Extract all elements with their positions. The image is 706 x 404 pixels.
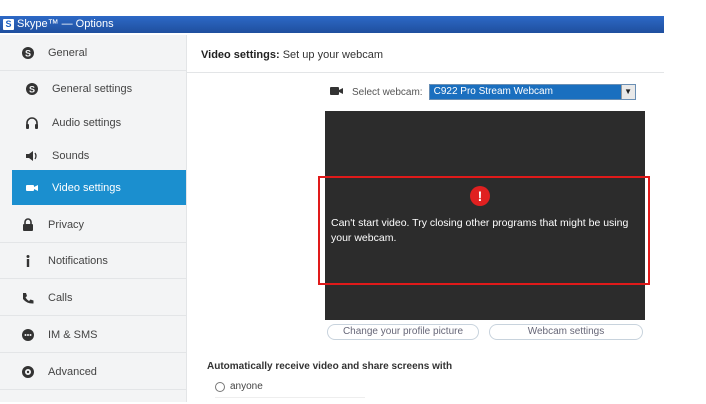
sidebar-item-general[interactable]: S General — [0, 35, 186, 71]
sidebar-item-sounds[interactable]: Sounds — [0, 138, 186, 173]
webcam-label: Select webcam: — [352, 86, 423, 98]
title-bar: S Skype™ — Options — [0, 16, 664, 33]
options-sidebar: S General S General settings Audio setti… — [0, 35, 187, 402]
radio-anyone[interactable]: anyone — [215, 381, 263, 392]
headset-icon — [24, 115, 40, 131]
sidebar-item-label: Notifications — [48, 254, 108, 267]
sidebar-item-audio-settings[interactable]: Audio settings — [0, 105, 186, 140]
speaker-icon — [24, 148, 40, 164]
sidebar-item-label: IM & SMS — [48, 328, 98, 341]
sidebar-item-label: Advanced — [48, 365, 97, 378]
svg-text:S: S — [25, 48, 31, 58]
video-camera-icon — [330, 86, 344, 99]
sidebar-item-label: Sounds — [52, 149, 90, 162]
sidebar-item-label: General — [48, 46, 88, 59]
skype-icon: S — [24, 81, 40, 97]
page-title: Video settings: Set up your webcam — [187, 35, 664, 73]
window-title: Skype™ — Options — [17, 18, 114, 30]
page-subtitle: Set up your webcam — [282, 49, 383, 61]
radio-anyone-label: anyone — [230, 381, 263, 392]
sidebar-item-privacy[interactable]: Privacy — [0, 207, 186, 243]
settings-panel: Video settings: Set up your webcam Selec… — [187, 35, 664, 402]
phone-icon — [20, 290, 36, 306]
sidebar-item-label: Video settings — [52, 181, 121, 194]
webcam-settings-button[interactable]: Webcam settings — [489, 324, 643, 340]
sidebar-item-label: Privacy — [48, 218, 85, 231]
sidebar-item-label: General settings — [52, 82, 133, 95]
gear-icon — [20, 364, 36, 380]
radio-button[interactable] — [215, 381, 225, 392]
sidebar-item-advanced[interactable]: Advanced — [0, 354, 186, 390]
change-profile-picture-button[interactable]: Change your profile picture — [327, 324, 479, 340]
svg-text:S: S — [29, 84, 35, 94]
page-title-label: Video settings: — [201, 49, 280, 61]
auto-receive-label: Automatically receive video and share sc… — [207, 361, 453, 372]
skype-logo-icon: S — [3, 19, 14, 30]
sidebar-item-general-settings[interactable]: S General settings — [0, 71, 186, 106]
video-camera-icon — [24, 180, 40, 196]
chat-icon — [20, 327, 36, 343]
chevron-down-icon[interactable]: ▼ — [620, 85, 635, 99]
skype-icon: S — [20, 45, 36, 61]
webcam-select[interactable]: C922 Pro Stream Webcam ▼ — [428, 84, 636, 100]
webcam-select-row: Select webcam: C922 Pro Stream Webcam ▼ — [330, 83, 636, 101]
divider — [215, 397, 365, 404]
sidebar-item-label: Audio settings — [52, 116, 122, 129]
sidebar-item-notifications[interactable]: Notifications — [0, 243, 186, 279]
info-icon — [20, 253, 36, 269]
webcam-selected-value: C922 Pro Stream Webcam — [433, 86, 553, 97]
sidebar-item-label: Calls — [48, 291, 73, 304]
sidebar-item-video-settings[interactable]: Video settings — [12, 170, 186, 205]
lock-icon — [20, 217, 36, 233]
highlight-box — [318, 176, 650, 285]
sidebar-item-calls[interactable]: Calls — [0, 280, 186, 316]
sidebar-item-im-sms[interactable]: IM & SMS — [0, 317, 186, 353]
